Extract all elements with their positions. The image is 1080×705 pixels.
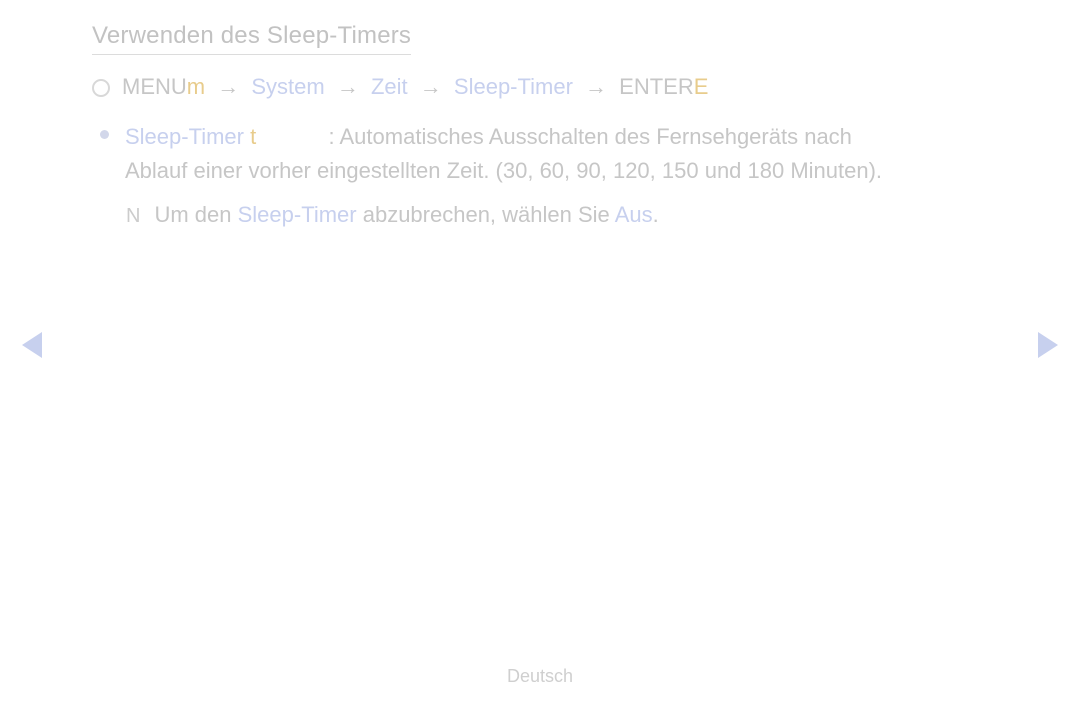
path-zeit: Zeit [371,74,408,99]
note-text-3: . [653,202,659,227]
note-key-1: Sleep-Timer [238,202,357,227]
arrow-icon: → [579,74,613,99]
arrow-icon: → [211,74,245,99]
feature-desc-line1: : Automatisches Ausschalten des Fernsehg… [329,124,852,149]
bullet-icon [100,130,109,139]
page-title: Verwenden des Sleep-Timers [92,22,411,55]
feature-item: Sleep-Timer t : Automatisches Ausschalte… [100,120,988,188]
note-key-2: Aus [615,202,653,227]
footer-language: Deutsch [0,666,1080,687]
enter-label: ENTER [619,74,694,99]
note-text-2: abzubrechen, wählen Sie [357,202,615,227]
enter-suffix: E [694,74,709,99]
menu-label: MENU [122,74,187,99]
path-sleep-timer: Sleep-Timer [454,74,573,99]
note-text-1: Um den [154,202,237,227]
arrow-icon: → [414,74,448,99]
prev-page-button[interactable] [22,332,42,358]
feature-desc-line2: Ablauf einer vorher eingestellten Zeit. … [125,158,882,183]
arrow-icon: → [331,74,365,99]
feature-label-suffix: t [250,124,256,149]
feature-label: Sleep-Timer [125,124,244,149]
note: N Um den Sleep-Timer abzubrechen, wählen… [126,202,988,228]
menu-icon [92,79,110,97]
note-marker: N [126,205,140,228]
menu-suffix: m [187,74,205,99]
menu-path: MENUm → System → Zeit → Sleep-Timer → EN… [92,73,988,102]
path-system: System [251,74,324,99]
next-page-button[interactable] [1038,332,1058,358]
